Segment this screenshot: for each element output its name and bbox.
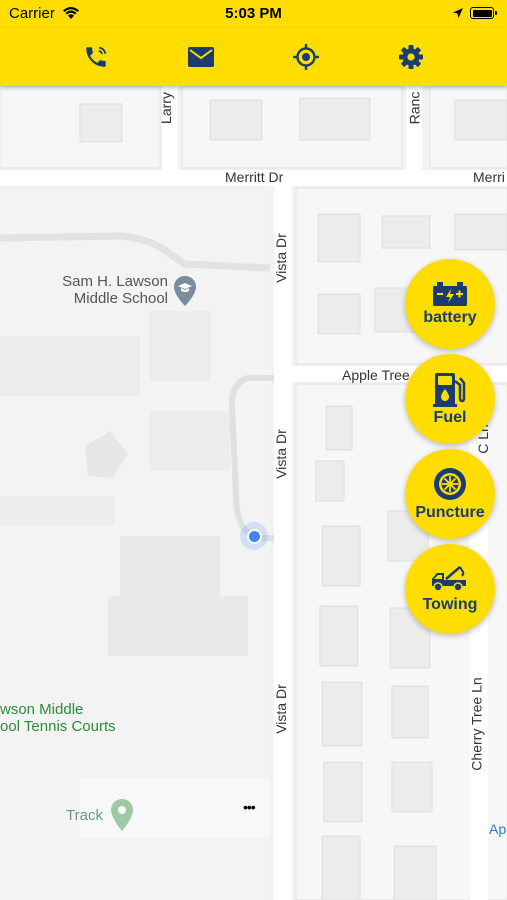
tennis-poi[interactable]: wson Middle ool Tennis Courts (0, 701, 116, 735)
track-poi-label[interactable]: Track (66, 807, 103, 824)
battery-service-label: battery (423, 309, 477, 326)
road-label-cherry-tree: Cherry Tree Ln (468, 677, 485, 771)
mail-icon (188, 47, 214, 67)
towing-service-label: Towing (422, 596, 478, 613)
road-label-merritt: Merritt Dr (225, 169, 284, 185)
puncture-service-label: Puncture (415, 504, 485, 521)
battery-icon (433, 282, 467, 306)
tennis-name-line2: ool Tennis Courts (0, 718, 116, 735)
fuel-service-button[interactable]: Fuel (405, 354, 495, 444)
mail-button[interactable] (184, 40, 218, 74)
more-options-button[interactable]: ••• (243, 799, 256, 815)
road-label-vista-2: Vista Dr (272, 429, 289, 479)
locate-button[interactable] (289, 40, 323, 74)
top-toolbar (0, 28, 507, 86)
clock: 5:03 PM (225, 5, 282, 22)
road-label-ap: Ap (489, 821, 507, 837)
school-name-line1: Sam H. Lawson (62, 273, 168, 290)
battery-indicator (470, 7, 494, 19)
puncture-service-button[interactable]: Puncture (405, 449, 495, 539)
road-label-vista-1: Vista Dr (272, 233, 289, 283)
fuel-icon (433, 373, 466, 407)
road-label-vista-3: Vista Dr (272, 684, 289, 734)
road-label-apple-tree: Apple Tree (342, 367, 410, 383)
phone-icon (86, 46, 107, 67)
call-button[interactable] (79, 40, 113, 74)
fuel-service-label: Fuel (433, 409, 467, 426)
status-bar: Carrier 5:03 PM (0, 0, 507, 28)
tire-icon (434, 468, 466, 500)
location-arrow-icon (453, 8, 463, 18)
settings-button[interactable] (394, 40, 428, 74)
road-label-larry: Larry (157, 92, 174, 124)
road-label-ranc: Ranc (406, 91, 423, 125)
towing-service-button[interactable]: Towing (405, 544, 495, 634)
road-label-merri: Merri (473, 169, 505, 185)
battery-service-button[interactable]: battery (405, 259, 495, 349)
school-poi[interactable]: Sam H. Lawson Middle School (50, 273, 168, 307)
settings-icon (399, 45, 423, 69)
track-pin-icon (111, 799, 133, 831)
locate-icon (293, 44, 319, 70)
tennis-name-line1: wson Middle (0, 701, 84, 718)
school-name-line2: Middle School (73, 290, 168, 307)
school-pin-icon (174, 276, 196, 306)
tow-truck-icon (432, 566, 466, 592)
current-location-dot (240, 522, 268, 550)
